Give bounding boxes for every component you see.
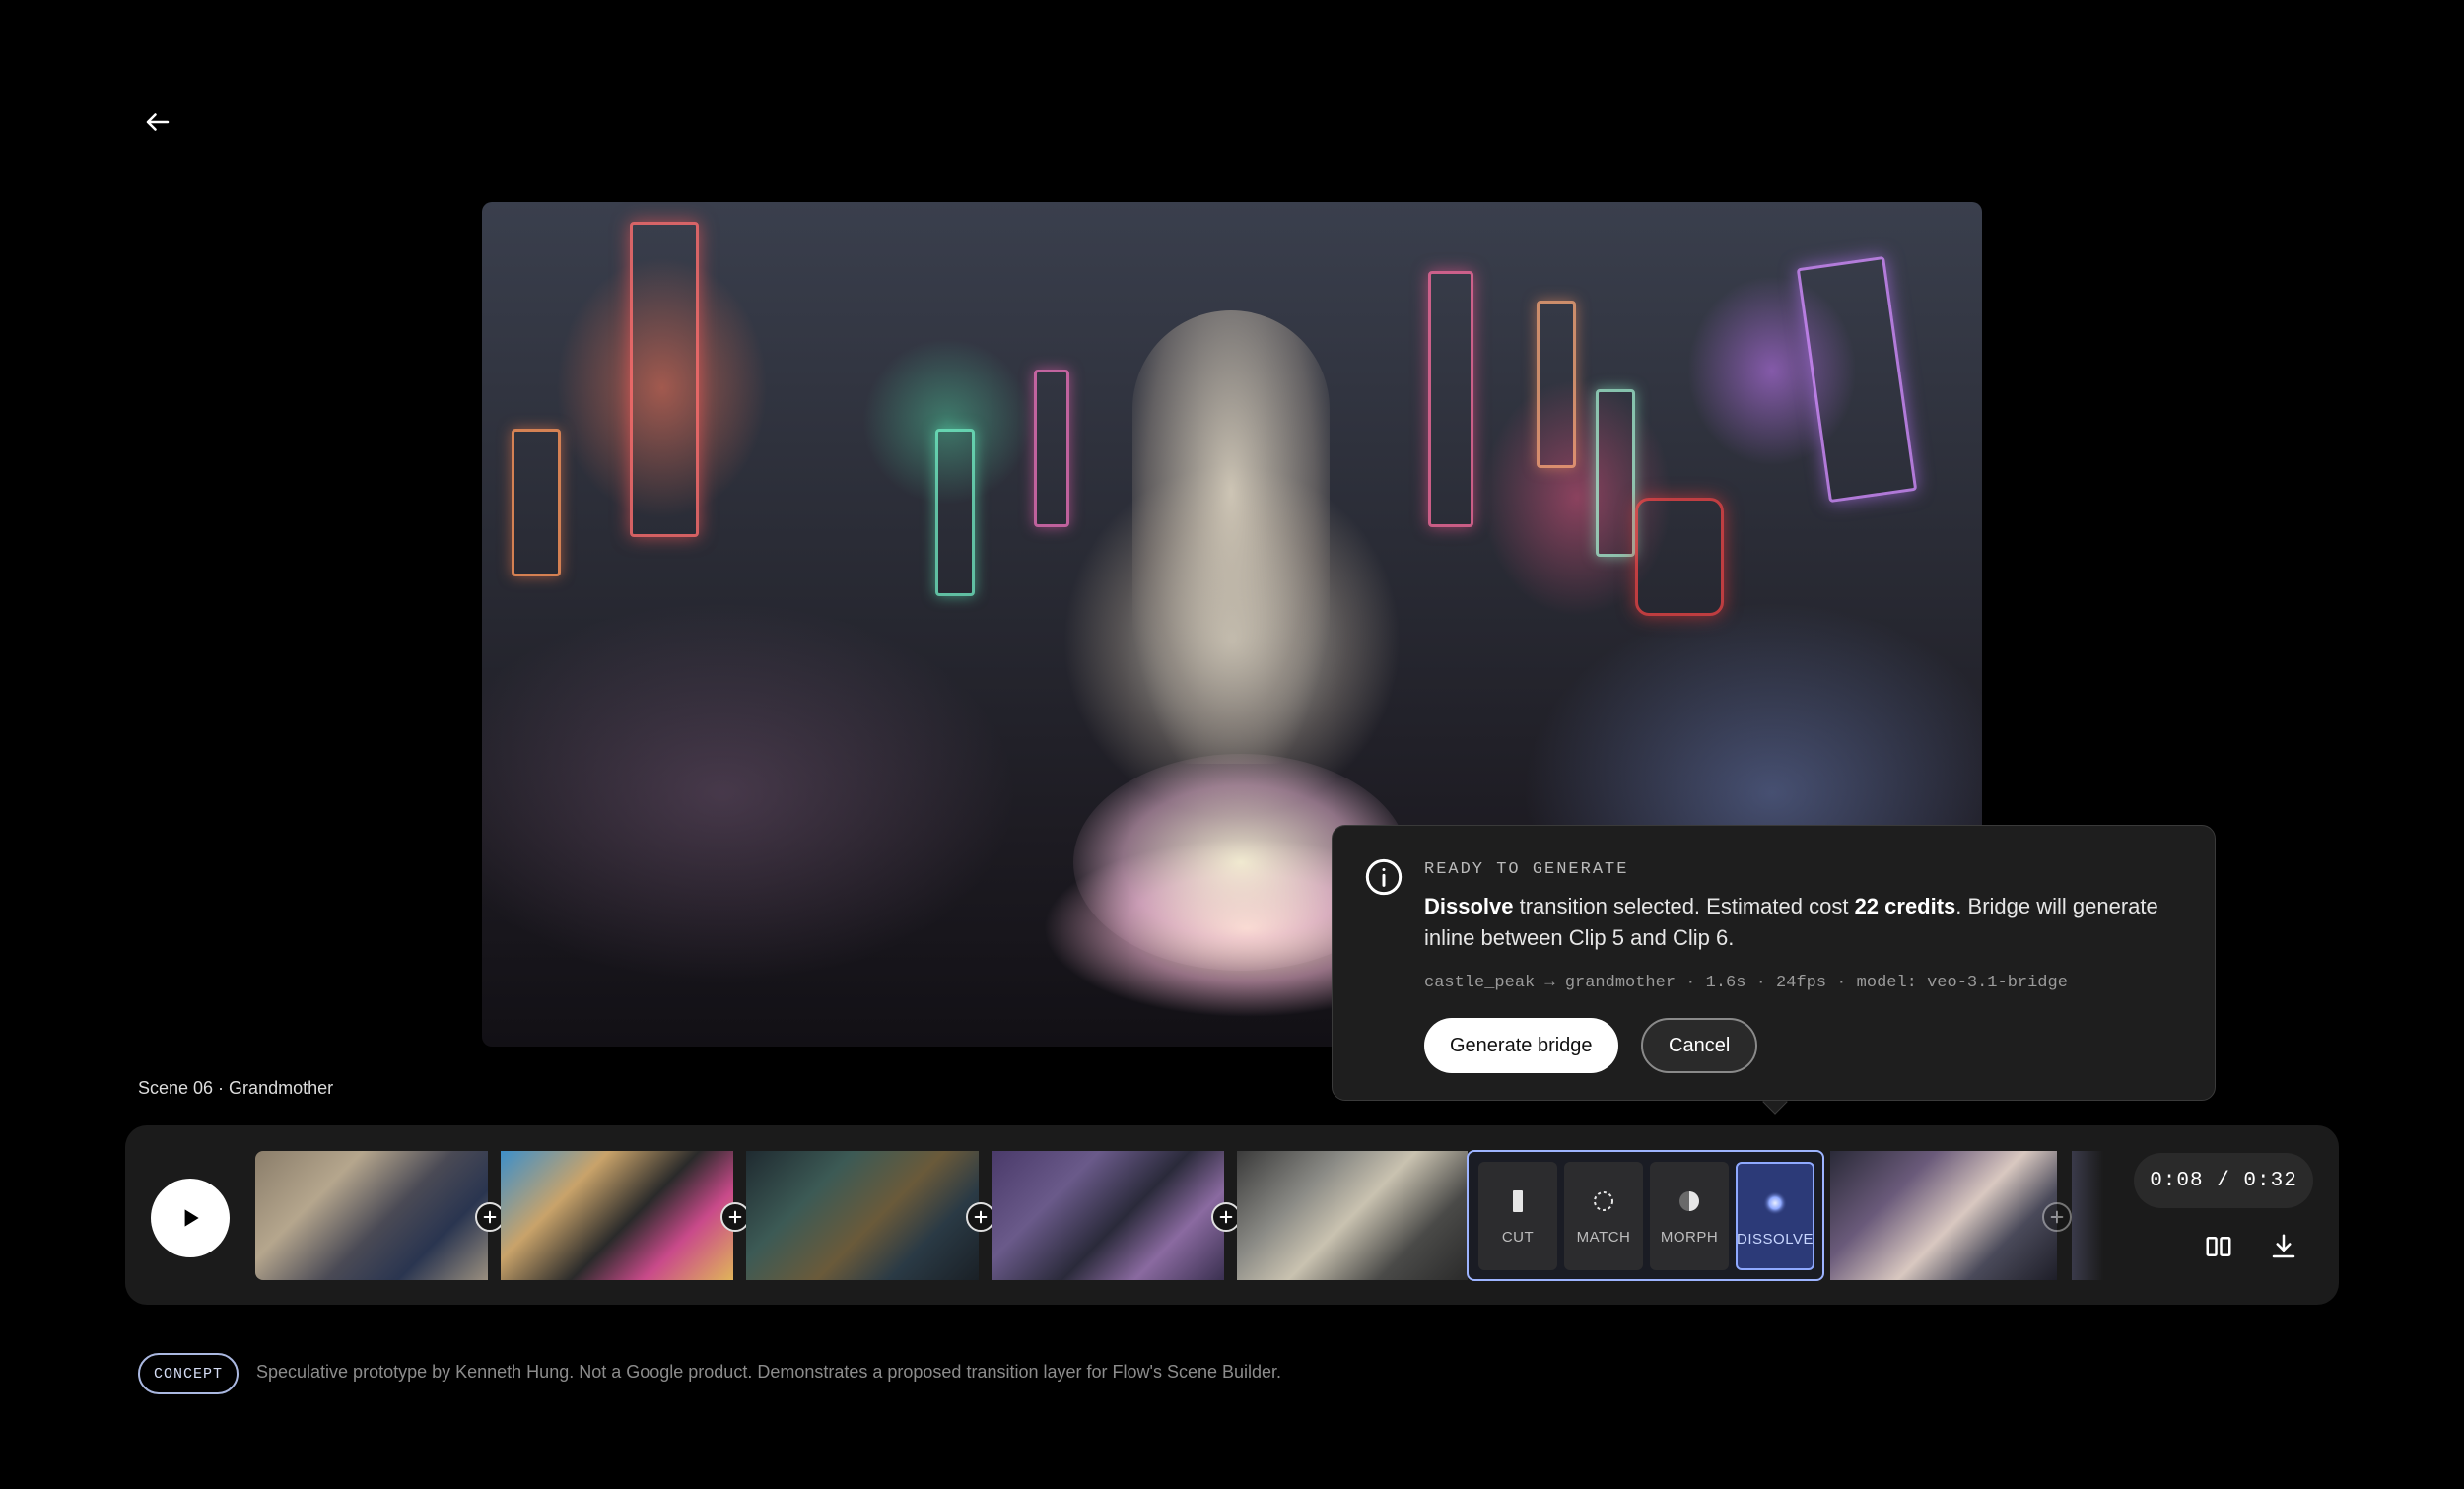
play-button[interactable] (151, 1179, 230, 1257)
split-view-button[interactable] (2199, 1227, 2238, 1266)
neon-sign (935, 429, 975, 596)
clip-thumbnail-4[interactable] (992, 1151, 1224, 1280)
popover-message: Dissolve transition selected. Estimated … (1424, 894, 2158, 950)
play-icon (184, 1209, 199, 1227)
download-button[interactable] (2264, 1227, 2303, 1266)
neon-sign (1596, 389, 1635, 557)
disclaimer-text: Speculative prototype by Kenneth Hung. N… (256, 1362, 1282, 1382)
clip-thumbnail-5[interactable] (1237, 1151, 1468, 1280)
arrow-left-icon (146, 113, 170, 131)
plus-icon (483, 1210, 497, 1224)
popover-eyebrow: READY TO GENERATE (1424, 860, 1629, 879)
download-icon (2272, 1234, 2295, 1258)
match-icon (1594, 1191, 1613, 1211)
back-button[interactable] (134, 99, 181, 146)
transition-match[interactable]: MATCH (1564, 1162, 1643, 1270)
neon-sign (1796, 255, 1918, 504)
neon-sign (1635, 498, 1724, 616)
plus-icon (2050, 1210, 2064, 1224)
cut-icon (1513, 1190, 1523, 1212)
clip-thumbnail-1[interactable] (255, 1151, 488, 1280)
clip-thumbnail-6[interactable] (1830, 1151, 2057, 1280)
transition-dissolve[interactable]: DISSOLVE (1736, 1162, 1814, 1270)
split-view-icon (2206, 1237, 2231, 1256)
clip-thumbnail-3[interactable] (746, 1151, 979, 1280)
cancel-button[interactable]: Cancel (1641, 1018, 1758, 1073)
add-transition-button[interactable] (2042, 1202, 2072, 1232)
neon-sign (630, 222, 699, 537)
scene-label: Scene 06 · Grandmother (138, 1078, 334, 1098)
neon-sign (1034, 370, 1069, 527)
plus-icon (1219, 1210, 1233, 1224)
transition-morph[interactable]: MORPH (1650, 1162, 1729, 1270)
transition-picker: CUT MATCH MORPH DISSOLVE (1467, 1150, 1824, 1281)
info-icon (1365, 858, 1403, 896)
popover-meta: castle_peak → grandmother · 1.6s · 24fps… (1424, 974, 2068, 992)
figure-silhouette (1132, 310, 1330, 764)
transition-cut[interactable]: CUT (1478, 1162, 1557, 1270)
generate-popover: READY TO GENERATE Dissolve transition se… (1332, 825, 2216, 1101)
plus-icon (974, 1210, 988, 1224)
neon-sign (1428, 271, 1473, 527)
plus-icon (728, 1210, 742, 1224)
concept-badge: CONCEPT (138, 1353, 240, 1394)
dissolve-icon (1763, 1191, 1787, 1215)
clip-thumbnail-2[interactable] (501, 1151, 733, 1280)
timecode: 0:08 / 0:32 (2134, 1153, 2313, 1208)
neon-sign (512, 429, 561, 576)
generate-bridge-button[interactable]: Generate bridge (1424, 1018, 1618, 1073)
timeline: CUT MATCH MORPH DISSOLVE 0:08 / 0:32 (125, 1125, 2339, 1305)
morph-icon (1679, 1191, 1699, 1211)
neon-sign (1537, 301, 1576, 468)
clip-thumbnail-7[interactable] (2072, 1151, 2103, 1280)
